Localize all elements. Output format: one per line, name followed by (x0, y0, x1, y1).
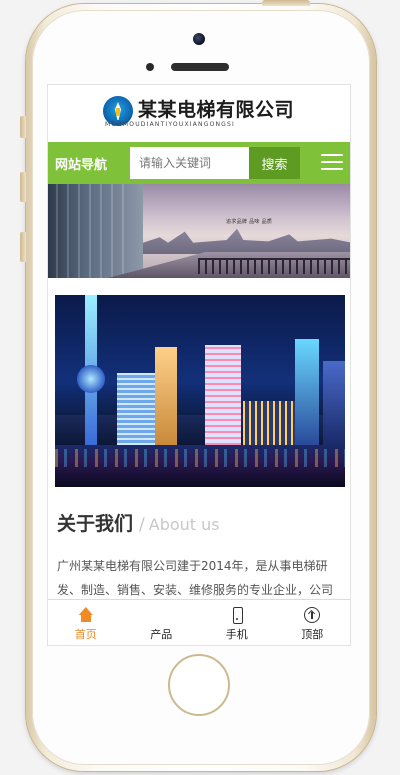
earpiece-speaker (171, 63, 229, 71)
photo-building (295, 339, 319, 445)
about-description: 广州某某电梯有限公司建于2014年，是从事电梯研发、制造、销售、安装、维修服务的… (57, 559, 334, 597)
tab-label: 顶部 (301, 628, 324, 641)
volume-down-button (20, 232, 26, 262)
photo-water (55, 445, 345, 487)
home-icon (78, 607, 94, 623)
company-pinyin: MOUMOUDIANTIYOUXIANGONGSI (105, 121, 236, 128)
tab-products[interactable]: 产品 (124, 600, 200, 645)
mute-switch (20, 116, 26, 138)
banner-building (48, 184, 143, 278)
search-form: 搜索 (130, 147, 300, 179)
proximity-sensor (146, 63, 154, 71)
menu-hamburger-icon[interactable] (321, 154, 343, 170)
photo-tower (77, 295, 105, 445)
company-name[interactable]: 某某电梯有限公司 (138, 95, 294, 122)
banner-railing (198, 258, 350, 274)
about-photo (55, 295, 345, 487)
banner-caption: 追求品牌 品味 品质 (226, 219, 273, 225)
tab-home[interactable]: 首页 (48, 600, 124, 645)
search-button[interactable]: 搜索 (249, 147, 300, 179)
bottom-tab-bar: 首页 产品 手机 顶部 (48, 599, 350, 645)
tab-mobile[interactable]: 手机 (199, 600, 275, 645)
photo-building (323, 361, 345, 445)
phone-screen: 某某电梯有限公司 MOUMOUDIANTIYOUXIANGONGSI 网站导航 … (47, 84, 351, 646)
banner-skyline (143, 228, 350, 254)
photo-building (155, 347, 177, 445)
arrow-up-circle-icon (304, 607, 321, 623)
search-input[interactable] (130, 147, 249, 179)
about-subtitle: About us (148, 515, 220, 534)
power-button (262, 0, 310, 6)
grid-icon (153, 607, 169, 623)
tab-top[interactable]: 顶部 (275, 600, 351, 645)
tab-label: 产品 (150, 628, 173, 641)
phone-icon (229, 607, 245, 624)
about-separator: / (139, 515, 145, 535)
banner-image[interactable]: 追求品牌 品味 品质 (48, 184, 350, 278)
photo-building (205, 345, 241, 445)
tab-label: 首页 (74, 628, 97, 641)
site-header: 某某电梯有限公司 MOUMOUDIANTIYOUXIANGONGSI (48, 85, 350, 142)
nav-bar: 网站导航 搜索 (48, 142, 350, 184)
main-content: 关于我们 / About us 广州某某电梯有限公司建于2014年，是从事电梯研… (48, 295, 350, 602)
home-button[interactable] (168, 654, 230, 716)
tab-label: 手机 (225, 628, 248, 641)
volume-up-button (20, 172, 26, 202)
front-camera (193, 33, 205, 45)
about-title[interactable]: 关于我们 (57, 509, 133, 536)
site-navigation-label[interactable]: 网站导航 (55, 154, 129, 173)
about-heading: 关于我们 / About us (55, 509, 343, 536)
